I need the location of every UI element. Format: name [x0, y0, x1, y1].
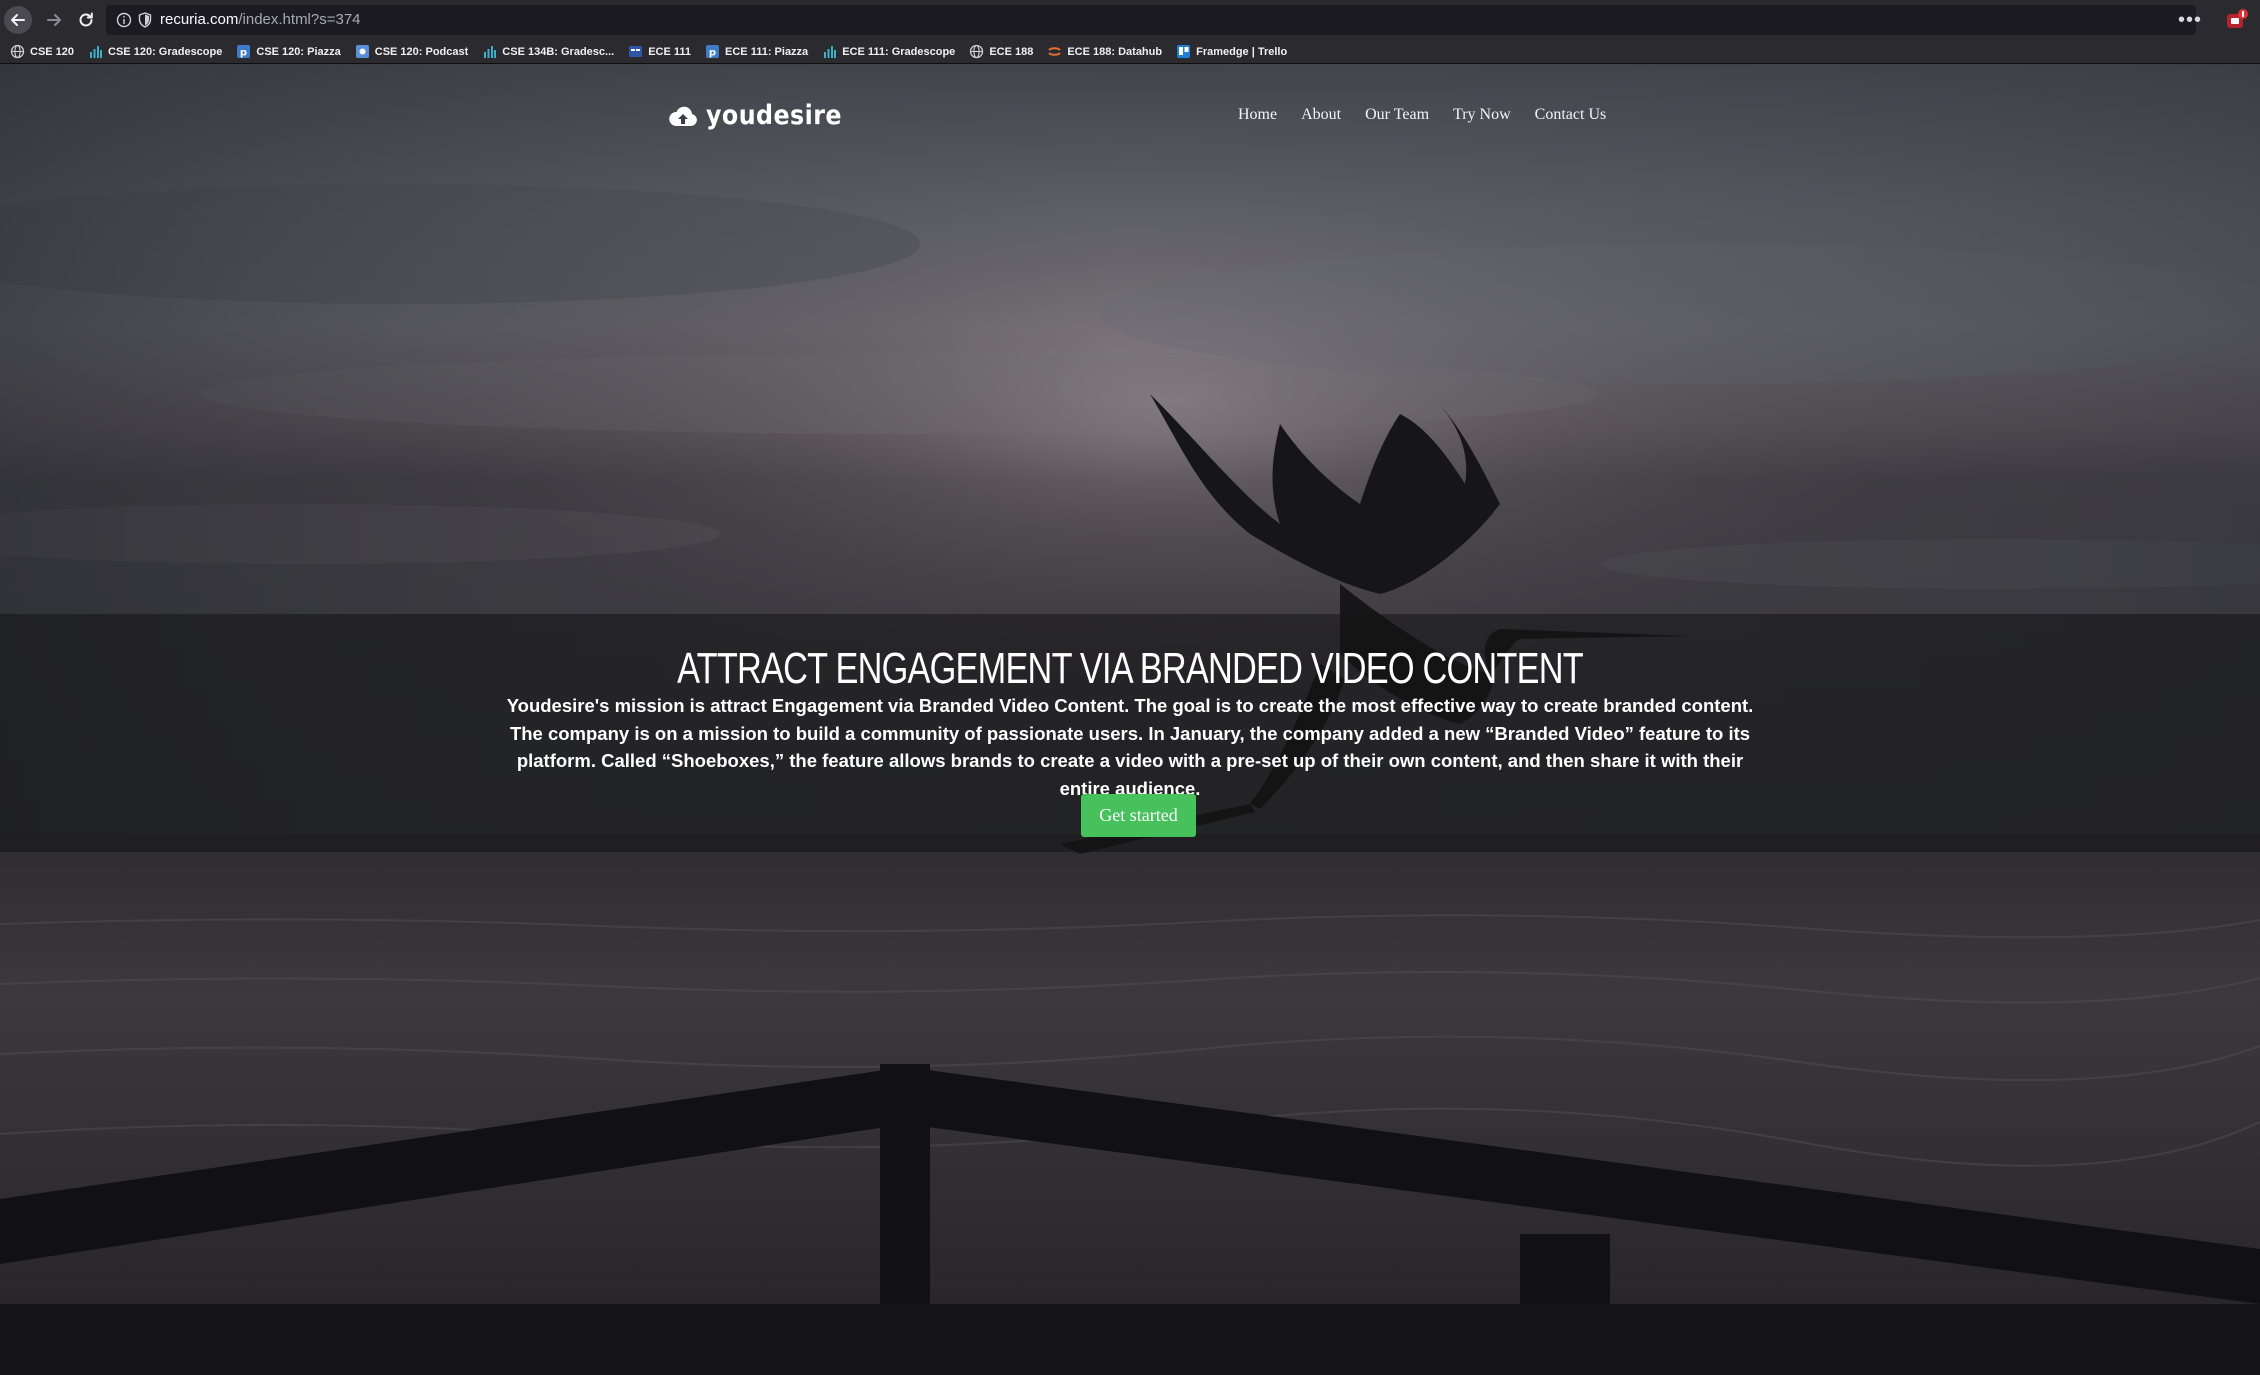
bookmark-label: ECE 111: Piazza [725, 45, 809, 58]
tile-icon [628, 44, 643, 59]
bookmark-label: Framedge | Trello [1196, 45, 1288, 58]
bookmark-item[interactable]: ECE 111: Gradescope [822, 44, 955, 59]
bookmark-item[interactable]: CSE 134B: Gradesc... [482, 44, 614, 59]
jupyter-icon [1047, 44, 1062, 59]
bookmark-label: CSE 120 [30, 45, 75, 58]
piazza-icon: p [705, 44, 720, 59]
bookmarks-bar: CSE 120 CSE 120: Gradescope p CSE 120: Piaz… [0, 40, 2260, 64]
globe-icon [10, 44, 25, 59]
info-icon[interactable] [116, 12, 132, 28]
url-bar[interactable]: recuria.com/index.html?s=374 [106, 5, 2196, 35]
bookmark-item[interactable]: CSE 120 [10, 44, 74, 59]
bars-icon [482, 44, 497, 59]
bookmark-item[interactable]: ECE 188 [969, 44, 1033, 59]
url-path: /index.html?s=374 [238, 11, 361, 28]
bars-icon [822, 44, 837, 59]
trello-icon [1176, 44, 1191, 59]
logo-text: youdesire [706, 100, 842, 131]
bookmark-label: ECE 188: Datahub [1067, 45, 1163, 58]
bookmark-item[interactable]: CSE 120: Gradescope [88, 44, 222, 59]
reload-button[interactable] [72, 6, 100, 34]
bookmark-label: ECE 111: Gradescope [842, 45, 956, 58]
bookmark-label: CSE 120: Gradescope [108, 45, 223, 58]
hero-title: ATTRACT ENGAGEMENT VIA BRANDED VIDEO CON… [677, 644, 1584, 693]
bookmark-item[interactable]: p CSE 120: Piazza [236, 44, 341, 59]
bars-icon [88, 44, 103, 59]
extension-icon[interactable] [2222, 6, 2250, 34]
piazza-icon: p [236, 44, 251, 59]
cloud-upload-icon [669, 106, 697, 126]
hero-description: Youdesire's mission is attract Engagemen… [506, 695, 1754, 799]
shield-icon[interactable] [138, 12, 152, 28]
globe-icon [969, 44, 984, 59]
nav-link-our-team[interactable]: Our Team [1365, 106, 1429, 124]
forward-button[interactable] [40, 6, 68, 34]
nav-link-try-now[interactable]: Try Now [1453, 106, 1511, 124]
get-started-button[interactable]: Get started [1081, 794, 1196, 837]
bookmark-item[interactable]: ECE 188: Datahub [1047, 44, 1162, 59]
bookmark-item[interactable]: ECE 111 [628, 44, 691, 59]
url-text[interactable]: recuria.com/index.html?s=374 [160, 11, 361, 29]
bookmark-label: CSE 120: Podcast [374, 45, 469, 58]
back-button[interactable] [4, 6, 32, 34]
site-navbar: youdesire Home About Our Team Try Now Contac… [0, 64, 2260, 174]
browser-toolbar: recuria.com/index.html?s=374 ••• [0, 0, 2260, 40]
url-host: recuria.com [160, 11, 239, 28]
nav-link-contact-us[interactable]: Contact Us [1535, 106, 1607, 124]
podcast-icon [355, 44, 370, 59]
svg-text:p: p [709, 48, 716, 59]
nav-menu: Home About Our Team Try Now Contact Us [1238, 106, 1630, 124]
site-logo[interactable]: youdesire [668, 100, 860, 131]
back-arrow-icon [11, 14, 25, 26]
bookmark-label: CSE 120: Piazza [256, 45, 341, 58]
forward-arrow-icon [47, 14, 61, 26]
bookmark-item[interactable]: p ECE 111: Piazza [705, 44, 808, 59]
nav-link-home[interactable]: Home [1238, 106, 1277, 124]
nav-link-about[interactable]: About [1301, 106, 1341, 124]
bookmark-label: ECE 111 [648, 45, 692, 58]
more-menu-button[interactable]: ••• [2176, 8, 2204, 32]
bookmark-item[interactable]: CSE 120: Podcast [355, 44, 469, 59]
web-page: youdesire Home About Our Team Try Now Contac… [0, 64, 2260, 1375]
reload-icon [79, 12, 93, 27]
bookmark-label: ECE 188 [989, 45, 1034, 58]
bookmark-label: CSE 134B: Gradesc... [502, 45, 615, 58]
bookmark-item[interactable]: Framedge | Trello [1176, 44, 1287, 59]
svg-text:p: p [240, 48, 247, 59]
more-menu-icon: ••• [2177, 8, 2202, 31]
